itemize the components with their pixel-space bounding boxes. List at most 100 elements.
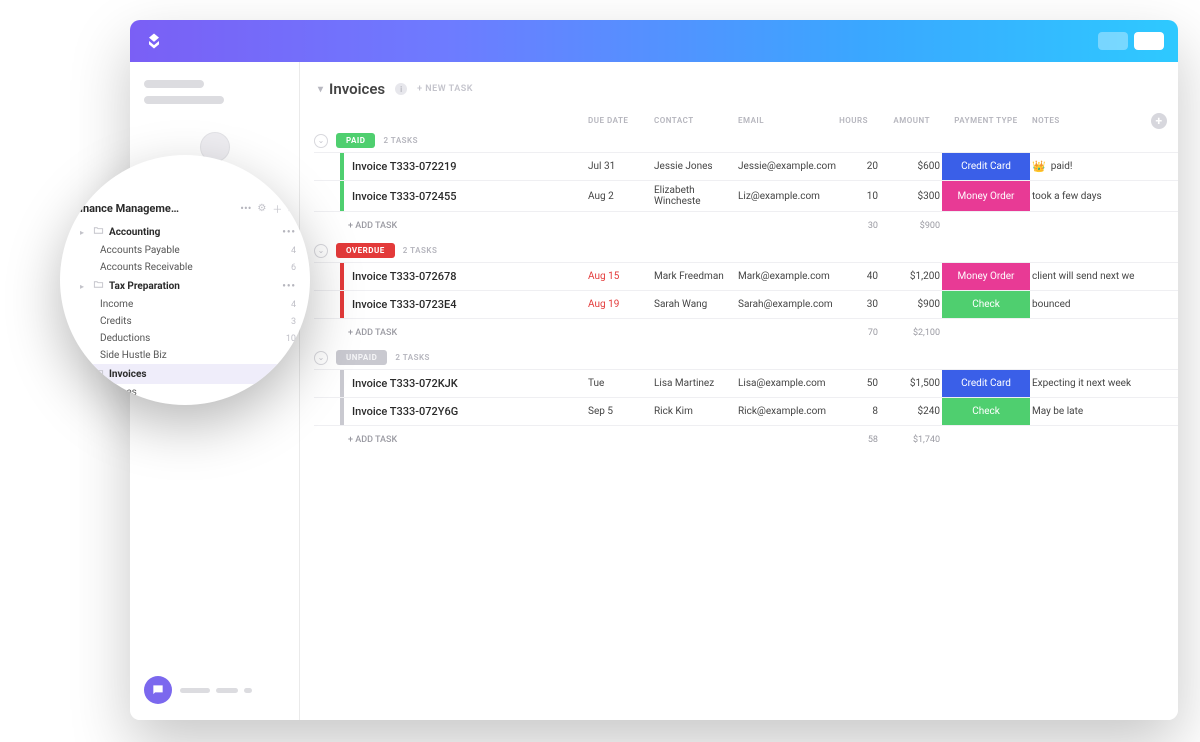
window-control-min[interactable] — [1098, 32, 1128, 50]
col-payment: PAYMENT TYPE — [942, 112, 1030, 129]
add-task-button[interactable]: + ADD TASK — [340, 426, 586, 453]
notes-cell[interactable]: May be late — [1030, 398, 1152, 425]
sidebar-folder-item[interactable]: ▸Accounting••• — [70, 222, 300, 242]
add-column-button[interactable]: + — [1151, 113, 1167, 129]
due-date-cell[interactable]: Jul 31 — [586, 153, 652, 180]
hours-cell: 8 — [828, 398, 880, 425]
skeleton-line — [144, 96, 224, 104]
payment-type-button[interactable]: Check — [942, 398, 1030, 425]
skeleton-row — [180, 688, 285, 693]
task-row[interactable]: Invoice T333-072KJK Tue Lisa Martinez Li… — [314, 369, 1178, 397]
amount-cell: $240 — [880, 398, 942, 425]
item-count: 4 — [291, 300, 296, 310]
group-header[interactable]: ⌄ OVERDUE 2 TASKS — [314, 241, 1178, 262]
task-name[interactable]: Invoice T333-072455 — [340, 181, 586, 211]
more-icon[interactable]: ••• — [282, 227, 296, 238]
sidebar-list-item[interactable]: Accounts Payable4 — [70, 242, 300, 259]
more-icon[interactable]: ••• — [282, 281, 296, 292]
column-headers: DUE DATE CONTACT EMAIL HOURS AMOUNT PAYM… — [314, 112, 1178, 129]
main-content: ▾ Invoices i + NEW TASK DUE DATE CONTACT… — [300, 62, 1178, 720]
status-badge[interactable]: OVERDUE — [336, 243, 395, 258]
info-icon[interactable]: i — [395, 83, 407, 95]
collapse-icon[interactable]: ⌄ — [314, 351, 328, 365]
sidebar-folder-item[interactable]: ▸Tax Preparation••• — [70, 276, 300, 296]
space-header[interactable]: Finance Manageme… ••• ⚙ ＋ ⌕ — [70, 201, 300, 222]
plus-icon[interactable]: ＋ — [270, 201, 284, 216]
sidebar-list-item[interactable]: Side Hustle Biz6 — [70, 347, 300, 364]
col-amount: AMOUNT — [880, 112, 942, 129]
chevron-icon: ▸ — [80, 370, 88, 379]
sidebar-zoom: Finance Manageme… ••• ⚙ ＋ ⌕ ▸Accounting•… — [60, 155, 310, 405]
new-task-button[interactable]: + NEW TASK — [417, 84, 473, 94]
due-date-cell[interactable]: Aug 19 — [586, 291, 652, 318]
app-logo-icon — [144, 31, 164, 51]
task-row[interactable]: Invoice T333-0723E4 Aug 19 Sarah Wang Sa… — [314, 290, 1178, 318]
notes-cell[interactable]: took a few days — [1030, 181, 1152, 211]
col-hours: HOURS — [828, 112, 880, 129]
chat-icon[interactable] — [144, 676, 172, 704]
col-contact: CONTACT — [652, 112, 736, 129]
add-task-button[interactable]: + ADD TASK — [340, 212, 586, 239]
collapse-icon[interactable]: ▾ — [318, 84, 323, 95]
group-header[interactable]: ⌄ UNPAID 2 TASKS — [314, 348, 1178, 369]
due-date-cell[interactable]: Aug 15 — [586, 263, 652, 290]
task-name[interactable]: Invoice T333-0723E4 — [340, 291, 586, 318]
more-icon[interactable]: ••• — [238, 202, 253, 215]
task-name[interactable]: Invoice T333-072KJK — [340, 370, 586, 397]
sidebar-list-item[interactable]: Accounts Receivable6 — [70, 259, 300, 276]
task-row[interactable]: Invoice T333-072678 Aug 15 Mark Freedman… — [314, 262, 1178, 290]
email-cell: Jessie@example.com — [736, 153, 828, 180]
due-date-cell[interactable]: Tue — [586, 370, 652, 397]
payment-type-button[interactable]: Credit Card — [942, 370, 1030, 397]
sidebar-list-item[interactable]: Deductions10 — [70, 330, 300, 347]
add-task-button[interactable]: + ADD TASK — [340, 319, 586, 346]
due-date-cell[interactable]: Aug 2 — [586, 181, 652, 211]
notes-cell[interactable]: 👑paid! — [1030, 153, 1152, 180]
item-label: Credits — [100, 316, 286, 327]
amount-total: $900 — [880, 212, 942, 239]
sidebar-list-item[interactable]: Income 4 — [70, 296, 300, 313]
list-title: Invoices — [329, 80, 385, 98]
notes-cell[interactable]: Expecting it next week — [1030, 370, 1152, 397]
app-window: ▾ Invoices i + NEW TASK DUE DATE CONTACT… — [130, 20, 1178, 720]
amount-cell: $600 — [880, 153, 942, 180]
task-name[interactable]: Invoice T333-072219 — [340, 153, 586, 180]
folder-icon — [93, 225, 104, 239]
task-name[interactable]: Invoice T333-072678 — [340, 263, 586, 290]
task-row[interactable]: Invoice T333-072219 Jul 31 Jessie Jones … — [314, 152, 1178, 180]
gear-icon[interactable]: ⚙ — [255, 203, 268, 214]
sidebar-list-item[interactable]: Credits3 — [70, 313, 300, 330]
task-name[interactable]: Invoice T333-072Y6G — [340, 398, 586, 425]
payment-type-button[interactable]: Money Order — [942, 263, 1030, 290]
collapse-icon[interactable]: ⌄ — [314, 244, 328, 258]
amount-cell: $1,200 — [880, 263, 942, 290]
item-count: 6 — [291, 263, 296, 273]
amount-cell: $1,500 — [880, 370, 942, 397]
payment-type-button[interactable]: Money Order — [942, 181, 1030, 211]
notes-cell[interactable]: bounced — [1030, 291, 1152, 318]
task-count: 2 TASKS — [403, 246, 438, 255]
contact-cell: Jessie Jones — [652, 153, 736, 180]
due-date-cell[interactable]: Sep 5 — [586, 398, 652, 425]
amount-cell: $900 — [880, 291, 942, 318]
status-badge[interactable]: PAID — [336, 133, 375, 148]
status-badge[interactable]: UNPAID — [336, 350, 387, 365]
skeleton-line — [144, 80, 204, 88]
notes-cell[interactable]: client will send next we — [1030, 263, 1152, 290]
chevron-icon: ▸ — [80, 228, 88, 237]
amount-total: $1,740 — [880, 426, 942, 453]
email-cell: Liz@example.com — [736, 181, 828, 211]
task-row[interactable]: Invoice T333-072455 Aug 2 Elizabeth Winc… — [314, 180, 1178, 211]
payment-type-button[interactable]: Check — [942, 291, 1030, 318]
contact-cell: Elizabeth Wincheste — [652, 181, 736, 211]
group-header[interactable]: ⌄ PAID 2 TASKS — [314, 131, 1178, 152]
payment-type-button[interactable]: Credit Card — [942, 153, 1030, 180]
item-label: Income — [100, 299, 286, 310]
window-control-max[interactable] — [1134, 32, 1164, 50]
item-label: Tax Preparation — [109, 281, 277, 292]
hours-cell: 10 — [828, 181, 880, 211]
title-bar — [130, 20, 1178, 62]
collapse-icon[interactable]: ⌄ — [314, 134, 328, 148]
task-row[interactable]: Invoice T333-072Y6G Sep 5 Rick Kim Rick@… — [314, 397, 1178, 425]
hours-total: 70 — [828, 319, 880, 346]
